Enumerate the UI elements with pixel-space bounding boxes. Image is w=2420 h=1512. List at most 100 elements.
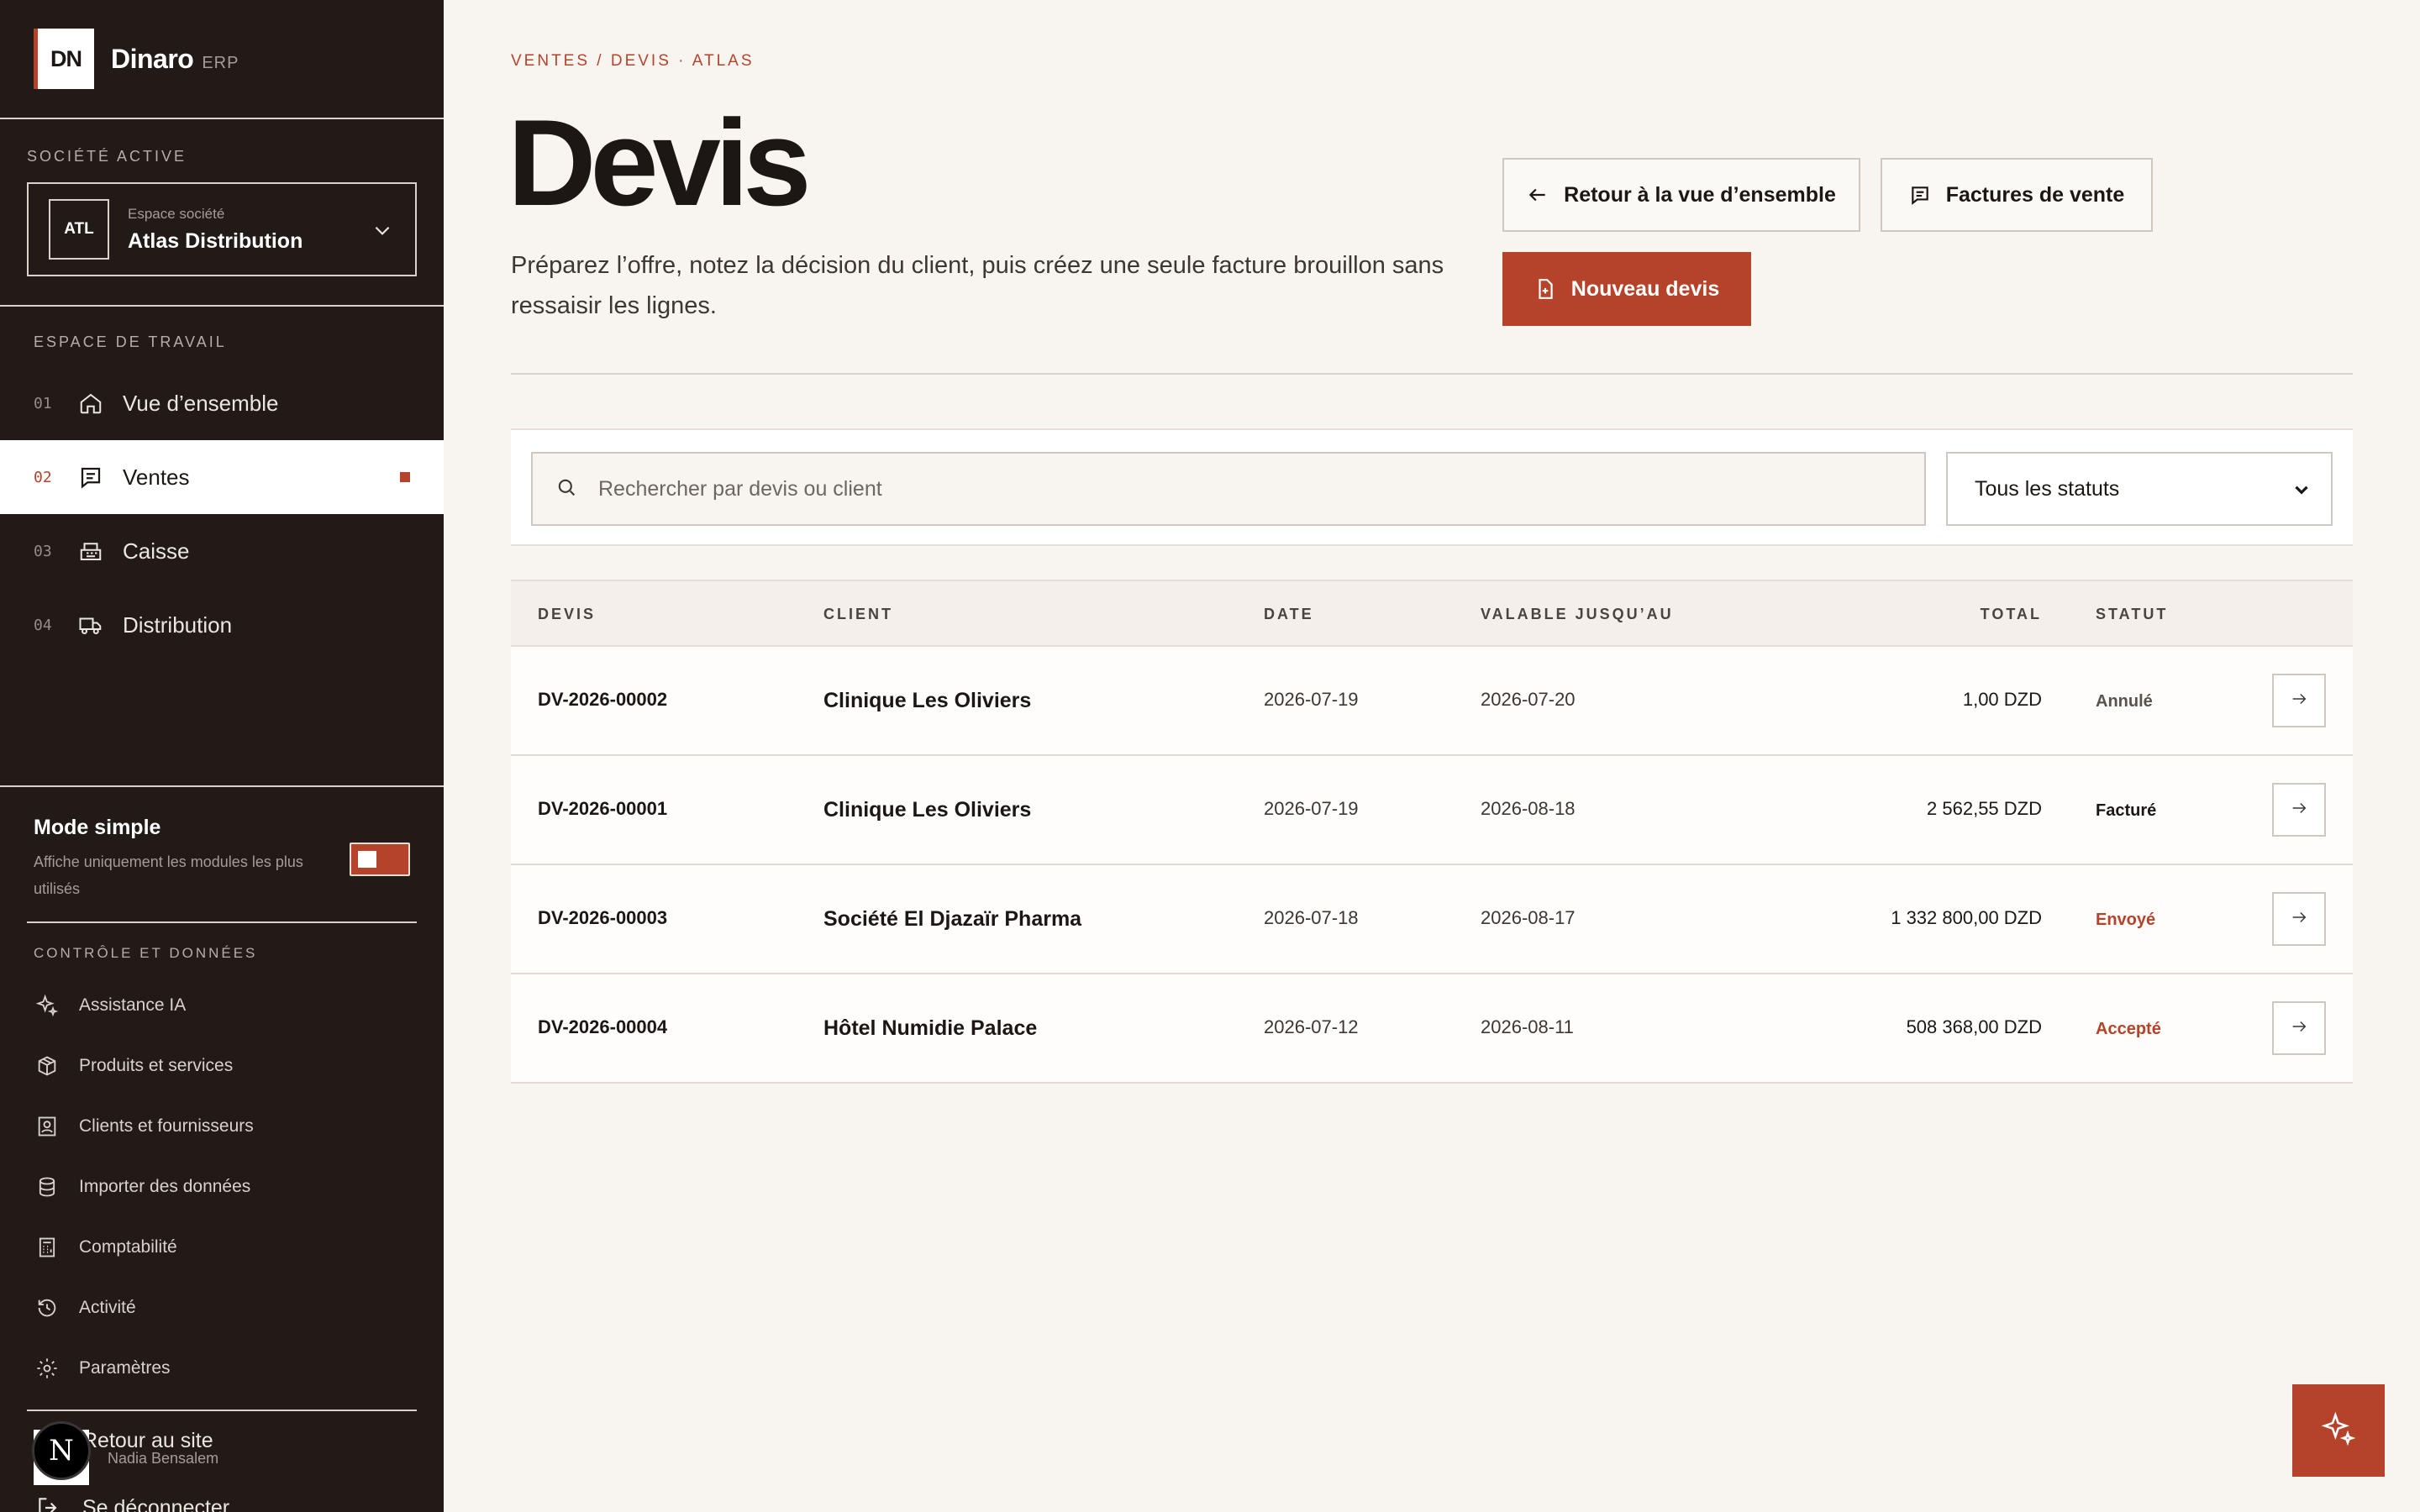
simple-mode-title: Mode simple: [34, 816, 161, 839]
nav-item-import[interactable]: Importer des données: [0, 1157, 444, 1217]
nav-item-cash[interactable]: 03 Caisse: [0, 514, 444, 588]
company-badge: ATL: [49, 199, 109, 260]
chevron-down-icon: [2291, 479, 2312, 507]
page-title: Devis: [508, 94, 812, 231]
nav-label: Distribution: [123, 612, 233, 638]
contacts-icon: [34, 1113, 60, 1140]
user-profile[interactable]: N Nadia Bensalem: [27, 1410, 417, 1512]
cash-register-icon: [74, 534, 108, 568]
history-icon: [34, 1294, 60, 1321]
quote-total: 1 332 800,00 DZD: [1891, 907, 2042, 928]
quote-total: 1,00 DZD: [1962, 689, 2042, 710]
column-header-client[interactable]: CLIENT: [823, 606, 893, 623]
table-row[interactable]: DV-2026-00004 Hôtel Numidie Palace 2026-…: [511, 974, 2353, 1084]
nav-label: Vue d’ensemble: [123, 390, 279, 416]
open-quote-button[interactable]: [2272, 783, 2326, 837]
quote-date: 2026-07-19: [1264, 798, 1359, 819]
open-quote-button[interactable]: [2272, 674, 2326, 727]
column-header-date[interactable]: DATE: [1264, 606, 1314, 623]
quotes-table: DEVIS CLIENT DATE VALABLE JUSQU’AU TOTAL…: [511, 580, 2353, 1084]
status-badge: Envoyé: [2096, 911, 2156, 929]
main-content: VENTES / DEVIS · ATLAS Devis Préparez l’…: [444, 0, 2420, 1512]
column-header-valid-until[interactable]: VALABLE JUSQU’AU: [1481, 606, 1674, 623]
nav-label: Produits et services: [79, 1056, 234, 1075]
receipt-icon: [74, 460, 108, 494]
status-badge: Facturé: [2096, 801, 2157, 820]
back-to-overview-button[interactable]: Retour à la vue d’ensemble: [1502, 158, 1860, 232]
button-label: Retour à la vue d’ensemble: [1564, 182, 1836, 207]
status-filter-select[interactable]: Tous les statuts: [1946, 452, 2333, 526]
receipt-icon: [1909, 184, 1931, 206]
sales-invoices-button[interactable]: Factures de vente: [1881, 158, 2153, 232]
simple-mode-toggle[interactable]: [350, 843, 410, 876]
quote-date: 2026-07-19: [1264, 689, 1359, 710]
open-quote-button[interactable]: [2272, 1001, 2326, 1055]
status-filter-value: Tous les statuts: [1975, 476, 2120, 501]
nav-label: Importer des données: [79, 1177, 251, 1196]
column-header-number[interactable]: DEVIS: [538, 606, 596, 623]
quote-number: DV-2026-00002: [538, 689, 668, 710]
calculator-icon: [34, 1234, 60, 1261]
brand-name: Dinaro: [111, 43, 194, 74]
nav-item-distribution[interactable]: 04 Distribution: [0, 588, 444, 662]
nav-item-products[interactable]: Produits et services: [0, 1036, 444, 1096]
filter-bar: Rechercher par devis ou client Tous les …: [511, 428, 2353, 546]
company-subtitle: Espace société: [128, 205, 225, 222]
nav-item-accounting[interactable]: Comptabilité: [0, 1217, 444, 1278]
active-company-section: SOCIÉTÉ ACTIVE ATL Espace société Atlas …: [0, 119, 444, 307]
control-label: CONTRÔLE ET DONNÉES: [34, 945, 258, 961]
sparkles-icon: [2320, 1410, 2357, 1452]
nav-item-overview[interactable]: 01 Vue d’ensemble: [0, 366, 444, 440]
nav-item-ai-assistance[interactable]: Assistance IA: [0, 975, 444, 1036]
company-name: Atlas Distribution: [128, 228, 303, 253]
ai-assistant-button[interactable]: [2292, 1384, 2385, 1477]
file-plus-icon: [1534, 278, 1556, 300]
arrow-right-icon: [2290, 908, 2308, 931]
simple-mode-description: Affiche uniquement les modules les plus …: [34, 853, 303, 897]
sparkles-icon: [34, 992, 60, 1019]
chevron-down-icon: [371, 219, 393, 245]
new-quote-button[interactable]: Nouveau devis: [1502, 252, 1751, 326]
nav-label: Activité: [79, 1298, 136, 1317]
button-label: Factures de vente: [1945, 182, 2125, 207]
avatar: N: [32, 1421, 91, 1480]
column-header-status[interactable]: STATUT: [2096, 606, 2168, 623]
quote-client: Clinique Les Oliviers: [823, 689, 1032, 712]
sidebar: DN Dinaro ERP SOCIÉTÉ ACTIVE ATL Espace …: [0, 0, 444, 1512]
company-switcher[interactable]: ATL Espace société Atlas Distribution: [27, 182, 417, 276]
brand-suffix: ERP: [202, 53, 239, 72]
nav-item-sales[interactable]: 02 Ventes: [0, 440, 444, 514]
nav-item-contacts[interactable]: Clients et fournisseurs: [0, 1096, 444, 1157]
quote-number: DV-2026-00003: [538, 907, 668, 928]
page-intro: Préparez l’offre, notez la décision du c…: [511, 252, 1444, 319]
nav-number: 03: [34, 542, 52, 560]
divider: [511, 373, 2353, 375]
table-row[interactable]: DV-2026-00002 Clinique Les Oliviers 2026…: [511, 647, 2353, 756]
open-quote-button[interactable]: [2272, 892, 2326, 946]
arrow-right-icon: [2290, 690, 2308, 712]
nav-number: 04: [34, 616, 52, 634]
quote-number: DV-2026-00004: [538, 1016, 668, 1037]
user-name: Nadia Bensalem: [108, 1450, 219, 1467]
nav-label: Assistance IA: [79, 995, 187, 1015]
status-badge: Annulé: [2096, 692, 2153, 711]
column-header-total[interactable]: TOTAL: [1981, 606, 2042, 623]
search-icon: [555, 475, 578, 503]
search-input[interactable]: Rechercher par devis ou client: [531, 452, 1926, 526]
nav-label: Clients et fournisseurs: [79, 1116, 254, 1136]
truck-icon: [74, 608, 108, 642]
arrow-right-icon: [2290, 799, 2308, 822]
search-placeholder: Rechercher par devis ou client: [598, 476, 882, 501]
quote-valid-until: 2026-07-20: [1481, 689, 1576, 710]
simple-mode-section: Mode simple Affiche uniquement les modul…: [0, 787, 444, 921]
arrow-right-icon: [2290, 1017, 2308, 1040]
nav-item-activity[interactable]: Activité: [0, 1278, 444, 1338]
table-row[interactable]: DV-2026-00003 Société El Djazaïr Pharma …: [511, 865, 2353, 974]
breadcrumb: VENTES / DEVIS · ATLAS: [511, 52, 755, 70]
brand-logo: DN: [34, 29, 94, 89]
nav-item-settings[interactable]: Paramètres: [0, 1338, 444, 1399]
toggle-knob: [358, 851, 376, 868]
brand[interactable]: DN Dinaro ERP: [0, 0, 444, 119]
table-row[interactable]: DV-2026-00001 Clinique Les Oliviers 2026…: [511, 756, 2353, 865]
arrow-left-icon: [1527, 184, 1549, 206]
